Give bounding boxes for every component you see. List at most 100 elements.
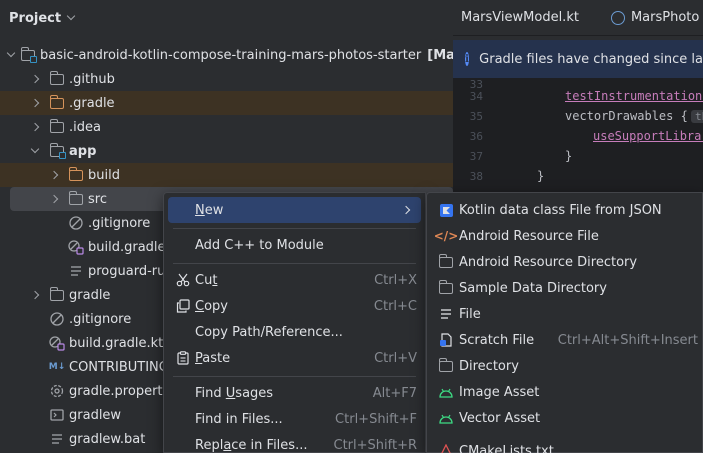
submenu-item-image-asset[interactable]: Image Asset bbox=[431, 379, 698, 405]
tree-item-label: .gradle bbox=[69, 95, 115, 111]
folder-icon bbox=[438, 279, 454, 296]
menu-item-shortcut: Ctrl+V bbox=[374, 350, 417, 366]
android-icon bbox=[438, 384, 454, 400]
inlay-hint: th bbox=[691, 109, 703, 123]
tree-item-label: gradlew bbox=[69, 407, 122, 423]
folder-icon bbox=[49, 70, 65, 87]
kotlin-class-icon bbox=[610, 10, 625, 25]
tree-item-github[interactable]: .github bbox=[0, 67, 453, 91]
menu-item-shortcut: Ctrl+X bbox=[374, 272, 417, 288]
chevron-right-icon[interactable] bbox=[49, 194, 59, 204]
menu-item-new[interactable]: New bbox=[168, 197, 421, 223]
menu-separator bbox=[173, 263, 416, 264]
tree-item-label: .idea bbox=[69, 119, 101, 135]
tab-label: MarsViewModel.kt bbox=[461, 10, 579, 25]
submenu-item-android-resource-file[interactable]: </> Android Resource File bbox=[431, 223, 698, 249]
tab-marsphoto[interactable]: MarsPhoto bbox=[587, 10, 699, 25]
tree-item-label: proguard-ru bbox=[88, 263, 166, 279]
tab-marsviewmodel[interactable]: MarsViewModel.kt bbox=[461, 10, 579, 25]
submenu-item-android-resource-directory[interactable]: Android Resource Directory bbox=[431, 249, 698, 275]
clipboard-icon bbox=[175, 350, 191, 366]
tree-item-root[interactable]: basic-android-kotlin-compose-training-ma… bbox=[0, 43, 455, 67]
tree-item-label: gradle bbox=[69, 287, 111, 303]
tree-item-label: build bbox=[88, 167, 120, 183]
submenu-item-label: Android Resource Directory bbox=[459, 254, 638, 270]
submenu-item-label: Directory bbox=[459, 358, 519, 374]
submenu-item-vector-asset[interactable]: Vector Asset bbox=[431, 405, 698, 431]
submenu-item-file[interactable]: File bbox=[431, 301, 698, 327]
chevron-down-icon[interactable] bbox=[66, 11, 76, 21]
submenu-item-label: Kotlin data class File from JSON bbox=[459, 202, 662, 218]
settings-file-icon bbox=[49, 383, 65, 399]
scissors-icon bbox=[175, 272, 191, 288]
panel-title: Project bbox=[9, 10, 62, 26]
ignore-file-icon bbox=[68, 215, 84, 231]
chevron-down-icon[interactable] bbox=[6, 48, 16, 58]
kotlin-json-icon bbox=[438, 202, 454, 218]
menu-item-shortcut: Ctrl+Shift+R bbox=[333, 437, 418, 453]
chevron-down-icon[interactable] bbox=[30, 144, 40, 154]
line-number: 37 bbox=[469, 149, 483, 163]
submenu-item-directory[interactable]: Directory bbox=[431, 353, 698, 379]
tree-item-idea[interactable]: .idea bbox=[0, 115, 453, 139]
menu-item-add-cpp[interactable]: Add C++ to Module bbox=[168, 232, 421, 258]
menu-item-label: Add C++ to Module bbox=[195, 237, 324, 253]
chevron-right-icon[interactable] bbox=[30, 74, 40, 84]
chevron-right-icon[interactable] bbox=[30, 122, 40, 132]
code-line: 38 } bbox=[453, 166, 703, 186]
module-folder-icon bbox=[20, 46, 37, 63]
folder-icon bbox=[49, 118, 65, 135]
line-number: 34 bbox=[469, 89, 483, 103]
chevron-right-icon[interactable] bbox=[49, 170, 59, 180]
submenu-item-label: Android Resource File bbox=[459, 228, 599, 244]
menu-item-copy[interactable]: Copy Ctrl+C bbox=[168, 293, 421, 319]
markdown-icon: M↓ bbox=[48, 362, 66, 372]
menu-item-shortcut: Alt+F7 bbox=[372, 385, 417, 401]
submenu-item-sample-data-directory[interactable]: Sample Data Directory bbox=[431, 275, 698, 301]
tree-item-label: basic-android-kotlin-compose-training-ma… bbox=[40, 47, 422, 63]
menu-item-label: Find in Files... bbox=[195, 411, 283, 427]
tree-item-label: .gitignore bbox=[69, 311, 132, 327]
menu-item-copy-path[interactable]: Copy Path/Reference... bbox=[168, 319, 421, 345]
menu-item-label: Copy bbox=[195, 298, 228, 314]
code-text: useSupportLibrar bbox=[593, 129, 703, 143]
chevron-right-icon[interactable] bbox=[30, 290, 40, 300]
chevron-right-icon[interactable] bbox=[30, 98, 40, 108]
folder-icon bbox=[438, 357, 454, 374]
submenu-item-cmakelists[interactable]: CMakeLists.txt bbox=[431, 438, 698, 453]
gradle-sync-notice: i Gradle files have changed since la bbox=[453, 40, 703, 78]
copy-icon bbox=[175, 298, 191, 314]
code-line: 37 } bbox=[453, 146, 703, 166]
tree-item-app[interactable]: app bbox=[0, 139, 453, 163]
menu-item-find-in-files[interactable]: Find in Files... Ctrl+Shift+F bbox=[168, 406, 421, 432]
project-panel-header[interactable]: Project bbox=[0, 0, 453, 36]
code-text: vectorDrawables { bbox=[565, 109, 688, 123]
menu-item-replace-in-files[interactable]: Replace in Files... Ctrl+Shift+R bbox=[168, 432, 421, 453]
code-line: 35 vectorDrawables { th bbox=[453, 106, 703, 126]
submenu-item-label: Vector Asset bbox=[459, 410, 541, 426]
menu-item-paste[interactable]: Paste Ctrl+V bbox=[168, 345, 421, 371]
menu-item-cut[interactable]: Cut Ctrl+X bbox=[168, 267, 421, 293]
android-icon bbox=[438, 410, 454, 426]
menu-item-label: Copy Path/Reference... bbox=[195, 324, 343, 340]
submenu-item-scratch-file[interactable]: Scratch File Ctrl+Alt+Shift+Insert bbox=[431, 327, 698, 353]
folder-icon bbox=[68, 190, 84, 207]
menu-item-label: Paste bbox=[195, 350, 231, 366]
tree-item-gradle-cache[interactable]: .gradle bbox=[0, 91, 453, 115]
text-file-icon bbox=[49, 431, 65, 447]
menu-separator bbox=[173, 228, 416, 229]
menu-item-label: Replace in Files... bbox=[195, 437, 308, 453]
code-brackets-icon: </> bbox=[433, 229, 459, 243]
submenu-item-label: Sample Data Directory bbox=[459, 280, 607, 296]
module-folder-icon bbox=[49, 142, 66, 159]
menu-item-find-usages[interactable]: Find Usages Alt+F7 bbox=[168, 380, 421, 406]
gradle-file-icon bbox=[68, 239, 84, 255]
editor-tab-bar: MarsViewModel.kt MarsPhoto bbox=[453, 0, 703, 36]
code-text: testInstrumentationR bbox=[565, 89, 703, 103]
chevron-right-icon bbox=[401, 205, 411, 215]
tree-item-label: app bbox=[69, 143, 97, 159]
ignore-file-icon bbox=[49, 311, 65, 327]
submenu-item-kotlin-json[interactable]: Kotlin data class File from JSON bbox=[431, 197, 698, 223]
terminal-file-icon bbox=[49, 407, 65, 423]
tree-item-build[interactable]: build bbox=[0, 163, 453, 187]
